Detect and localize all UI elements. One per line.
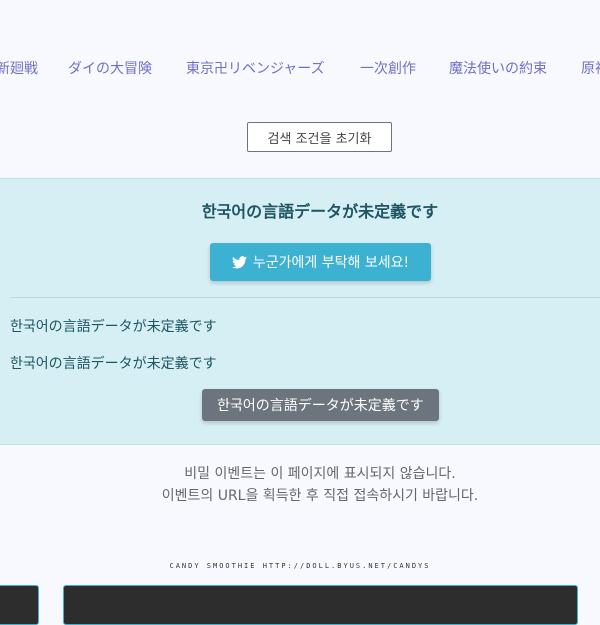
tag-link[interactable]: 魔法使いの約束 <box>449 58 547 78</box>
tag-link[interactable]: 新廻戦 <box>0 58 38 78</box>
twitter-request-button[interactable]: 누군가에게 부탁해 보세요! <box>210 243 431 281</box>
tag-link[interactable]: 原神 <box>581 58 600 78</box>
alert-title: 한국어の言語データが未定義です <box>201 202 439 221</box>
alert-line: 한국어の言語データが未定義です <box>10 356 217 372</box>
twitter-button-label: 누군가에게 부탁해 보세요! <box>252 255 410 271</box>
tag-link[interactable]: 東京卍リベンジャーズ <box>186 58 325 78</box>
secret-event-notice: 비밀 이벤트는 이 페이지에 표시되지 않습니다. <box>184 466 456 482</box>
dark-panel <box>0 585 39 625</box>
tag-list: 新廻戦 ダイの大冒険 東京卍リベンジャーズ 一次創作 魔法使いの約束 原神 <box>0 58 600 82</box>
secret-event-notice: 이벤트의 URL을 획득한 후 직접 접속하시기 바랍니다. <box>161 488 479 504</box>
footer-credit: CANDY SMOOTHIE HTTP://DOLL.BYUS.NET/CAND… <box>169 562 431 570</box>
alert-line: 한국어の言語データが未定義です <box>10 319 217 335</box>
secondary-button[interactable]: 한국어の言語データが未定義です <box>202 389 439 421</box>
tag-link[interactable]: 一次創作 <box>360 58 416 78</box>
dark-panel <box>63 585 578 625</box>
info-alert: 한국어の言語データが未定義です 누군가에게 부탁해 보세요! 한국어の言語データ… <box>0 178 600 445</box>
twitter-icon <box>231 255 247 268</box>
tag-link[interactable]: ダイの大冒険 <box>68 58 152 78</box>
reset-search-button[interactable]: 검색 조건을 초기화 <box>247 122 392 152</box>
divider <box>10 297 600 298</box>
